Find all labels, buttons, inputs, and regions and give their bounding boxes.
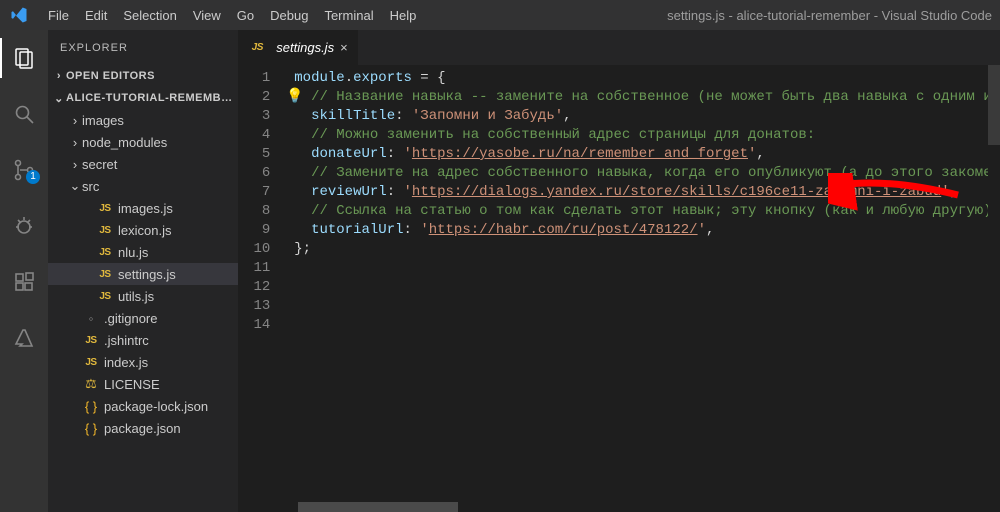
editor-body[interactable]: 1234567891011121314 module.exports = { /… [238, 65, 1000, 512]
minimap-scrollbar[interactable] [988, 65, 1000, 512]
code-line[interactable]: // Название навыка -- замените на собств… [294, 88, 1000, 107]
activity-debug-icon[interactable] [0, 206, 48, 246]
code-line[interactable]: reviewUrl: 'https://dialogs.yandex.ru/st… [294, 183, 1000, 202]
file--jshintrc[interactable]: JS.jshintrc [48, 329, 238, 351]
horizontal-scrollbar[interactable] [238, 502, 1000, 512]
folder-secret[interactable]: ›secret [48, 153, 238, 175]
project-label: ALICE-TUTORIAL-REMEMB… [66, 92, 233, 104]
file-lexicon-js[interactable]: JSlexicon.js [48, 219, 238, 241]
folder-src[interactable]: ⌄src [48, 175, 238, 197]
code-line[interactable]: // Замените на адрес собственного навыка… [294, 164, 1000, 183]
menu-terminal[interactable]: Terminal [316, 4, 381, 27]
editor-tabs: JS settings.js × [238, 30, 1000, 65]
code-area[interactable]: module.exports = { // Название навыка --… [284, 65, 1000, 512]
window-title: settings.js - alice-tutorial-remember - … [428, 8, 992, 23]
tab-label: settings.js [276, 40, 334, 55]
file-package-lock-json[interactable]: { }package-lock.json [48, 395, 238, 417]
editor-group: JS settings.js × 1234567891011121314 mod… [238, 30, 1000, 512]
title-bar: FileEditSelectionViewGoDebugTerminalHelp… [0, 0, 1000, 30]
menu-go[interactable]: Go [229, 4, 262, 27]
vscode-logo-icon [10, 6, 28, 24]
file-utils-js[interactable]: JSutils.js [48, 285, 238, 307]
code-line[interactable]: skillTitle: 'Запомни и Забудь', [294, 107, 1000, 126]
activity-azure-icon[interactable] [0, 318, 48, 358]
close-icon[interactable]: × [340, 40, 348, 55]
menu-view[interactable]: View [185, 4, 229, 27]
tab-settings-js[interactable]: JS settings.js × [238, 30, 358, 65]
file-images-js[interactable]: JSimages.js [48, 197, 238, 219]
folder-images[interactable]: ›images [48, 109, 238, 131]
code-line[interactable]: // Ссылка на статью о том как сделать эт… [294, 202, 1000, 221]
file-settings-js[interactable]: JSsettings.js [48, 263, 238, 285]
menu-help[interactable]: Help [382, 4, 425, 27]
js-file-icon: JS [248, 42, 266, 53]
line-gutter: 1234567891011121314 [238, 65, 284, 512]
explorer-sidebar: EXPLORER › OPEN EDITORS ⌄ ALICE-TUTORIAL… [48, 30, 238, 512]
main-menu: FileEditSelectionViewGoDebugTerminalHelp [40, 4, 424, 27]
file--gitignore[interactable]: ◦.gitignore [48, 307, 238, 329]
code-line[interactable]: }; [294, 240, 1000, 259]
open-editors-section[interactable]: › OPEN EDITORS [48, 65, 238, 87]
lightbulb-icon[interactable]: 💡 [286, 88, 303, 105]
menu-file[interactable]: File [40, 4, 77, 27]
activity-bar: 1 [0, 30, 48, 512]
code-line[interactable]: tutorialUrl: 'https://habr.com/ru/post/4… [294, 221, 1000, 240]
code-line[interactable]: module.exports = { [294, 69, 1000, 88]
file-license[interactable]: ⚖LICENSE [48, 373, 238, 395]
project-section[interactable]: ⌄ ALICE-TUTORIAL-REMEMB… [48, 87, 238, 109]
code-line[interactable]: donateUrl: 'https://yasobe.ru/na/remembe… [294, 145, 1000, 164]
menu-selection[interactable]: Selection [115, 4, 184, 27]
file-nlu-js[interactable]: JSnlu.js [48, 241, 238, 263]
activity-extensions-icon[interactable] [0, 262, 48, 302]
activity-explorer-icon[interactable] [0, 38, 48, 78]
code-line[interactable]: // Можно заменить на собственный адрес с… [294, 126, 1000, 145]
folder-node-modules[interactable]: ›node_modules [48, 131, 238, 153]
menu-edit[interactable]: Edit [77, 4, 115, 27]
file-tree: ›images›node_modules›secret⌄srcJSimages.… [48, 109, 238, 512]
chevron-right-icon: › [52, 70, 66, 82]
source-control-badge: 1 [26, 170, 40, 184]
activity-search-icon[interactable] [0, 94, 48, 134]
activity-source-control-icon[interactable]: 1 [0, 150, 48, 190]
open-editors-label: OPEN EDITORS [66, 70, 155, 82]
file-package-json[interactable]: { }package.json [48, 417, 238, 439]
chevron-down-icon: ⌄ [52, 92, 66, 105]
file-index-js[interactable]: JSindex.js [48, 351, 238, 373]
menu-debug[interactable]: Debug [262, 4, 316, 27]
explorer-title: EXPLORER [48, 30, 238, 65]
